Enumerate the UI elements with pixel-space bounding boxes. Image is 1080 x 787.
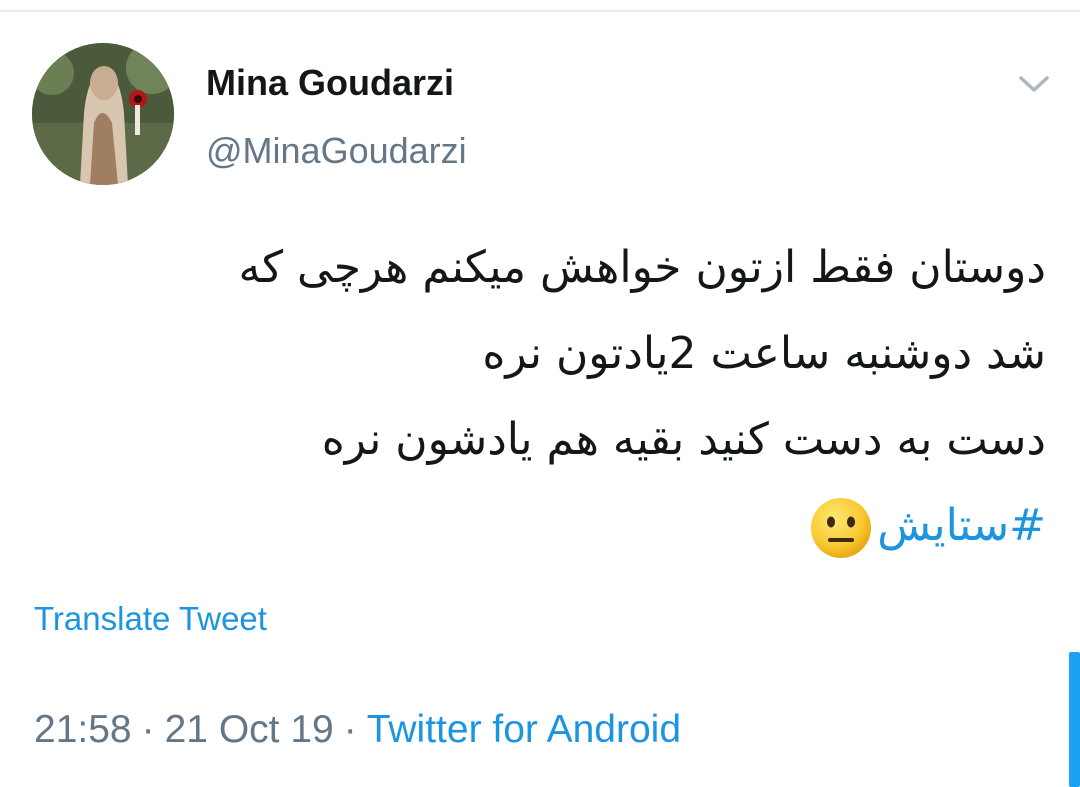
display-name[interactable]: Mina Goudarzi xyxy=(206,62,454,104)
tweet-line: دست به دست کنید بقیه هم یادشون نره xyxy=(321,414,1046,465)
tweet-text: دوستان فقط ازتون خواهش میکنم هرچی که شد … xyxy=(46,225,1046,569)
tweet-line: دوستان فقط ازتون خواهش میکنم هرچی که xyxy=(238,242,1047,293)
neutral-face-emoji xyxy=(809,496,873,560)
meta-separator: · xyxy=(343,708,357,751)
top-divider xyxy=(0,10,1080,12)
tweet-date: 21 Oct 19 xyxy=(164,708,334,751)
translate-tweet-link[interactable]: Translate Tweet xyxy=(34,600,267,638)
chevron-down-icon[interactable] xyxy=(1016,70,1052,98)
avatar[interactable] xyxy=(32,43,174,185)
tweet-meta: 21:58 · 21 Oct 19 · Twitter for Android xyxy=(34,708,681,752)
hashtag-line: #ستایش xyxy=(46,483,1046,569)
hashtag-link[interactable]: #ستایش xyxy=(877,500,1046,551)
tweet-line: شد دوشنبه ساعت 2یادتون نره xyxy=(482,328,1046,379)
tweet-source-link[interactable]: Twitter for Android xyxy=(367,708,681,751)
scrollbar[interactable] xyxy=(1069,652,1080,787)
user-handle[interactable]: @MinaGoudarzi xyxy=(206,130,467,172)
avatar-image xyxy=(32,43,174,185)
tweet-time: 21:58 xyxy=(34,708,132,751)
meta-separator: · xyxy=(141,708,155,751)
